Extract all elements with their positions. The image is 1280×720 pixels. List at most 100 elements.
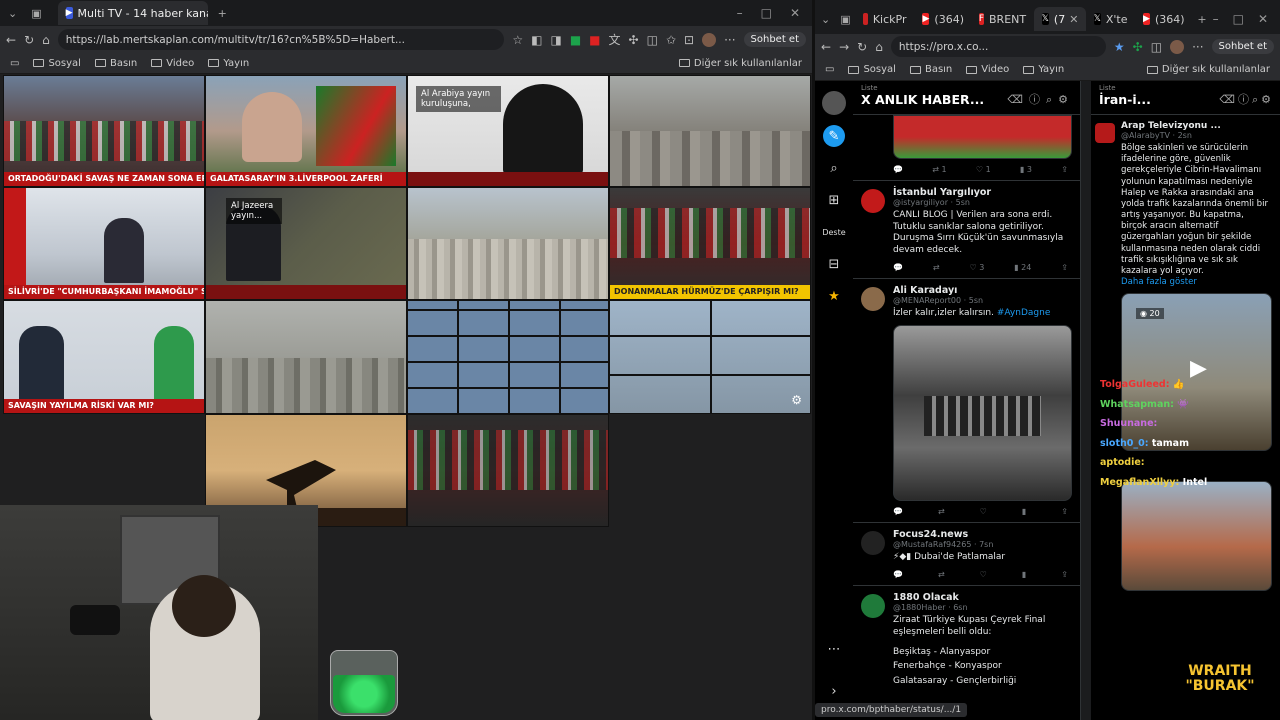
- close-tab-icon[interactable]: ✕: [1069, 13, 1078, 26]
- extension-icon[interactable]: ◧: [531, 33, 542, 47]
- extension-icon[interactable]: ◨: [550, 33, 561, 47]
- fav-folder-other[interactable]: Diğer sık kullanılanlar: [678, 58, 802, 69]
- tweet-image[interactable]: [893, 325, 1072, 502]
- tab-youtube[interactable]: ▶ (364): [914, 7, 970, 31]
- show-more-link[interactable]: Daha fazla göster: [1121, 277, 1272, 287]
- views-button[interactable]: ▮ 3: [1020, 165, 1032, 174]
- retweet-icon[interactable]: ⇄: [933, 263, 940, 272]
- settings-gear-icon[interactable]: ⚙: [791, 393, 802, 407]
- search-icon[interactable]: ⌕: [1252, 93, 1261, 106]
- tv-cell[interactable]: ⚙: [609, 300, 811, 414]
- info-icon[interactable]: ⓘ: [1238, 93, 1252, 106]
- search-icon[interactable]: ⌕: [823, 157, 845, 179]
- like-button[interactable]: ♡ 1: [976, 165, 991, 174]
- tv-cell[interactable]: SAVAŞIN YAYILMA RİSKİ VAR MI?: [3, 300, 205, 414]
- back-icon[interactable]: ←: [6, 33, 16, 47]
- like-icon[interactable]: ♡: [980, 507, 987, 516]
- favorite-star-icon[interactable]: ☆: [512, 33, 523, 47]
- maximize-icon[interactable]: □: [761, 6, 772, 20]
- tv-cell[interactable]: DONANMALAR HÜRMÜZ'DE ÇARPIŞIR MI?: [609, 187, 811, 300]
- tweet-author-name[interactable]: 1880 Olacak: [893, 592, 1072, 603]
- tweet[interactable]: 1880 Olacak @1880Haber · 6sn Ziraat Türk…: [853, 586, 1080, 693]
- split-screen-icon[interactable]: ◫: [647, 33, 658, 47]
- fav-folder-other[interactable]: Diğer sık kullanılanlar: [1146, 64, 1270, 75]
- close-window-icon[interactable]: ✕: [790, 6, 800, 20]
- share-icon[interactable]: ⇪: [1061, 570, 1068, 579]
- views-icon[interactable]: ▮: [1022, 507, 1026, 516]
- fav-folder-basin[interactable]: Basın: [909, 64, 952, 75]
- extension-icon[interactable]: ■: [589, 33, 600, 47]
- tweet[interactable]: Ali Karadayı @MENAReport00 · 5sn İzler k…: [853, 279, 1080, 524]
- tweet-author-name[interactable]: Ali Karadayı: [893, 285, 1072, 296]
- translate-icon[interactable]: 文: [609, 31, 621, 48]
- expand-sidebar-icon[interactable]: ›: [823, 680, 845, 702]
- reply-icon[interactable]: 💬: [893, 165, 903, 174]
- reply-icon[interactable]: 💬: [893, 507, 903, 516]
- tweet-handle[interactable]: @1880Haber · 6sn: [893, 603, 1072, 612]
- clear-icon[interactable]: ⌫: [1219, 93, 1238, 106]
- tv-cell[interactable]: GALATASARAY'IN 3.LİVERPOOL ZAFERİ: [205, 75, 407, 187]
- tweet-handle[interactable]: @istyargiliyor · 5sn: [893, 198, 1072, 207]
- new-tab-icon[interactable]: +: [1191, 13, 1212, 26]
- tab-list-icon[interactable]: ⌄: [815, 13, 836, 26]
- share-icon[interactable]: ⇪: [1061, 507, 1068, 516]
- star-icon[interactable]: ★: [823, 285, 845, 307]
- tweet-author-name[interactable]: Arap Televizyonu ...: [1121, 121, 1272, 131]
- workspaces-icon[interactable]: ▣: [25, 7, 47, 20]
- extension-icon[interactable]: ✣: [629, 33, 639, 47]
- copilot-chat-button[interactable]: Sohbet et: [1211, 39, 1274, 54]
- account-avatar[interactable]: [822, 91, 846, 115]
- fav-folder-video[interactable]: Video: [966, 64, 1009, 75]
- clear-icon[interactable]: ⌫: [1007, 93, 1029, 106]
- tweet[interactable]: Arap Televizyonu ... @AlarabyTV · 2sn Bö…: [1091, 115, 1280, 597]
- retweet-icon[interactable]: ⇄: [938, 570, 945, 579]
- url-input[interactable]: https://pro.x.co...: [890, 36, 1106, 57]
- split-screen-icon[interactable]: ◫: [1151, 40, 1162, 54]
- deck-icon[interactable]: ⊟: [823, 253, 845, 275]
- fav-folder-sosyal[interactable]: Sosyal: [848, 64, 896, 75]
- fav-folder-video[interactable]: Video: [151, 58, 194, 69]
- hashtag-link[interactable]: #AynDagne: [997, 308, 1051, 318]
- home-icon[interactable]: ⌂: [875, 40, 883, 54]
- tv-cell[interactable]: Al Jazeera yayın...: [205, 187, 407, 300]
- tab-multitv[interactable]: ▶ Multi TV - 14 haber kanalını aynı a ✕: [57, 1, 208, 25]
- search-icon[interactable]: ⌕: [1046, 93, 1058, 106]
- like-icon[interactable]: ♡: [980, 570, 987, 579]
- tv-cell[interactable]: [407, 187, 609, 300]
- url-input[interactable]: https://lab.mertskaplan.com/multitv/tr/1…: [57, 29, 505, 50]
- reload-icon[interactable]: ↻: [857, 40, 867, 54]
- extension-icon[interactable]: ■: [570, 33, 581, 47]
- tweet-author-name[interactable]: İstanbul Yargılıyor: [893, 187, 1072, 198]
- tweet[interactable]: İstanbul Yargılıyor @istyargiliyor · 5sn…: [853, 181, 1080, 279]
- tweet[interactable]: 💬 ⇄ 1 ♡ 1 ▮ 3 ⇪: [853, 115, 1080, 181]
- home-icon[interactable]: ⌂: [42, 33, 50, 47]
- reply-icon[interactable]: 💬: [893, 263, 903, 272]
- more-icon[interactable]: ···: [724, 33, 735, 47]
- reading-list-icon[interactable]: ▭: [10, 58, 19, 69]
- workspaces-icon[interactable]: ▣: [836, 13, 854, 26]
- reading-list-icon[interactable]: ▭: [825, 64, 834, 75]
- reply-icon[interactable]: 💬: [893, 570, 903, 579]
- tab-x-pro[interactable]: 𝕏 (7 ✕: [1033, 7, 1086, 31]
- share-icon[interactable]: ⇪: [1061, 263, 1068, 272]
- tab-kick[interactable]: KickPr: [855, 7, 915, 31]
- retweet-icon[interactable]: ⇄: [938, 507, 945, 516]
- tv-cell[interactable]: [407, 300, 609, 414]
- fav-folder-yayin[interactable]: Yayın: [208, 58, 249, 69]
- forward-icon[interactable]: →: [839, 40, 849, 54]
- maximize-icon[interactable]: □: [1233, 12, 1244, 26]
- profile-avatar[interactable]: [1170, 39, 1185, 54]
- tv-cell[interactable]: [407, 414, 609, 527]
- tab-youtube-2[interactable]: ▶ (364): [1135, 7, 1191, 31]
- more-icon[interactable]: ···: [1192, 40, 1203, 54]
- favorites-icon[interactable]: ✩: [666, 33, 676, 47]
- share-icon[interactable]: ⇪: [1061, 165, 1068, 174]
- tv-cell[interactable]: [205, 300, 407, 414]
- tab-list-icon[interactable]: ⌄: [0, 7, 25, 20]
- fav-folder-sosyal[interactable]: Sosyal: [33, 58, 81, 69]
- tv-cell[interactable]: SİLİVRİ'DE "CUMHURBAŞKANI İMAMOĞLU" SLOG…: [3, 187, 205, 300]
- tweet[interactable]: Focus24.news @MustafaRaf94265 · 7sn ⚡◆▮ …: [853, 523, 1080, 587]
- tv-cell[interactable]: Al Arabiya yayın kuruluşuna,: [407, 75, 609, 187]
- decks-icon[interactable]: Deste: [822, 221, 845, 243]
- new-tab-icon[interactable]: +: [208, 7, 237, 20]
